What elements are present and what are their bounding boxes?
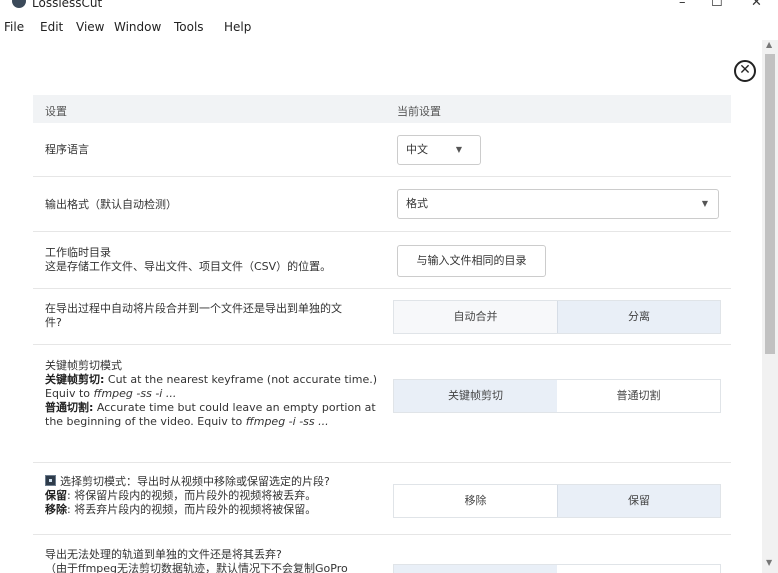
normal-equiv: the beginning of the video. Equiv to [45, 415, 246, 428]
keep-bold: 保留 [45, 489, 67, 502]
cutmode-keep-desc: 保留: 将保留片段内的视频，而片段外的视频将被丢弃。 [45, 489, 316, 503]
keyframe-cmd: ffmpeg -ss -i ... [93, 387, 177, 400]
normal-cut-option[interactable]: 普通切割 [557, 380, 720, 412]
merge-label: 在导出过程中自动将片段合并到一个文件还是导出到单独的文 [45, 302, 342, 315]
menu-window[interactable]: Window [114, 20, 161, 34]
workdir-button[interactable]: 与输入文件相同的目录 [397, 245, 546, 277]
tracks-option-discard[interactable]: 丢弃 [557, 565, 720, 573]
cutmode-title: 选择剪切模式：导出时从视频中移除或保留选定的片段? [60, 475, 330, 488]
menu-help[interactable]: Help [224, 20, 251, 34]
settings-panel: ✕ 设置 当前设置 程序语言 中文 ▼ 输出格式（默认自动检测） 格式 ▼ 工作… [0, 40, 762, 573]
normal-text: Accurate time but could leave an empty p… [93, 401, 376, 414]
title-bar: LosslessCut – ☐ ✕ [0, 0, 778, 14]
table-row: 关键帧剪切模式 关键帧剪切: Cut at the nearest keyfra… [33, 345, 731, 463]
tracks-desc: （由于ffmpeg无法剪切数据轨迹，默认情况下不会复制GoPro [45, 562, 348, 573]
cutmode-option-remove[interactable]: 移除 [394, 485, 557, 517]
normal-bold: 普通切割: [45, 401, 94, 414]
table-row: 程序语言 中文 ▼ [33, 123, 731, 177]
keyframe-option[interactable]: 关键帧剪切 [394, 380, 557, 412]
keyframe-title: 关键帧剪切模式 [45, 359, 122, 372]
keyframe-text: Cut at the nearest keyframe (not accurat… [104, 373, 377, 386]
format-select[interactable]: 格式 ▼ [397, 189, 719, 219]
scrollbar-thumb[interactable] [765, 54, 775, 354]
language-value: 中文 [406, 143, 428, 156]
table-row: 选择剪切模式：导出时从视频中移除或保留选定的片段? 保留: 将保留片段内的视频，… [33, 463, 731, 535]
normal-cmd: ffmpeg -i -ss ... [245, 415, 329, 428]
table-row: 工作临时目录 这是存储工作文件、导出文件、项目文件（CSV）的位置。 与输入文件… [33, 232, 731, 289]
scroll-up-icon[interactable]: ▲ [766, 40, 772, 49]
keyframe-desc-4: the beginning of the video. Equiv to ffm… [45, 415, 329, 429]
window-title: LosslessCut [32, 0, 103, 10]
merge-option-separate[interactable]: 分离 [557, 301, 720, 333]
keyframe-desc-3: 普通切割: Accurate time but could leave an e… [45, 401, 376, 415]
menu-tools[interactable]: Tools [174, 20, 204, 34]
tracks-toggle: 导出 丢弃 [393, 564, 721, 573]
cut-mode-icon [45, 475, 56, 486]
table-row: 导出无法处理的轨道到单独的文件还是将其丢弃? （由于ffmpeg无法剪切数据轨迹… [33, 535, 731, 573]
merge-label-cont: 件? [45, 316, 62, 329]
remove-bold: 移除 [45, 503, 67, 516]
language-select[interactable]: 中文 ▼ [397, 135, 481, 165]
table-row: 在导出过程中自动将片段合并到一个文件还是导出到单独的文 件? 自动合并 分离 [33, 289, 731, 345]
scroll-down-icon[interactable]: ▼ [766, 558, 772, 567]
keyframe-bold: 关键帧剪切: [45, 373, 105, 386]
table-header: 设置 当前设置 [33, 95, 731, 123]
chevron-down-icon: ▼ [701, 199, 708, 208]
remove-text: : 将丢弃片段内的视频，而片段外的视频将被保留。 [67, 503, 317, 516]
menu-edit[interactable]: Edit [40, 20, 63, 34]
workdir-desc: 这是存储工作文件、导出文件、项目文件（CSV）的位置。 [45, 260, 332, 273]
menu-view[interactable]: View [76, 20, 104, 34]
tracks-label: 导出无法处理的轨道到单独的文件还是将其丢弃? [45, 548, 282, 561]
header-setting: 设置 [45, 105, 67, 118]
app-logo-icon [12, 0, 26, 8]
language-label: 程序语言 [45, 143, 89, 156]
chevron-down-icon: ▼ [455, 145, 462, 154]
window-close-button[interactable]: ✕ [751, 0, 762, 10]
maximize-button[interactable]: ☐ [711, 0, 723, 10]
cutmode-option-keep[interactable]: 保留 [557, 485, 720, 517]
merge-option-auto[interactable]: 自动合并 [394, 301, 557, 333]
cutmode-toggle: 移除 保留 [393, 484, 721, 518]
cutmode-remove-desc: 移除: 将丢弃片段内的视频，而片段外的视频将被保留。 [45, 503, 316, 517]
tracks-option-export[interactable]: 导出 [394, 565, 557, 573]
menu-bar: File Edit View Window Tools Help [0, 14, 778, 40]
format-value: 格式 [406, 197, 428, 210]
merge-toggle: 自动合并 分离 [393, 300, 721, 334]
table-row: 输出格式（默认自动检测） 格式 ▼ [33, 177, 731, 232]
keyframe-toggle: 关键帧剪切 普通切割 [393, 379, 721, 413]
minimize-button[interactable]: – [679, 0, 686, 10]
workdir-label: 工作临时目录 [45, 246, 111, 259]
keyframe-desc-2: Equiv to ffmpeg -ss -i ... [45, 387, 176, 401]
keyframe-equiv: Equiv to [45, 387, 94, 400]
settings-table: 设置 当前设置 程序语言 中文 ▼ 输出格式（默认自动检测） 格式 ▼ 工作临时… [33, 95, 731, 573]
menu-file[interactable]: File [4, 20, 24, 34]
vertical-scrollbar[interactable]: ▲ ▼ [762, 40, 778, 573]
keyframe-desc-1: 关键帧剪切: Cut at the nearest keyframe (not … [45, 373, 377, 387]
keep-text: : 将保留片段内的视频，而片段外的视频将被丢弃。 [67, 489, 317, 502]
cutmode-title-wrap: 选择剪切模式：导出时从视频中移除或保留选定的片段? [45, 475, 330, 489]
header-current: 当前设置 [397, 105, 441, 118]
close-settings-icon[interactable]: ✕ [734, 60, 756, 82]
format-label: 输出格式（默认自动检测） [45, 198, 177, 211]
